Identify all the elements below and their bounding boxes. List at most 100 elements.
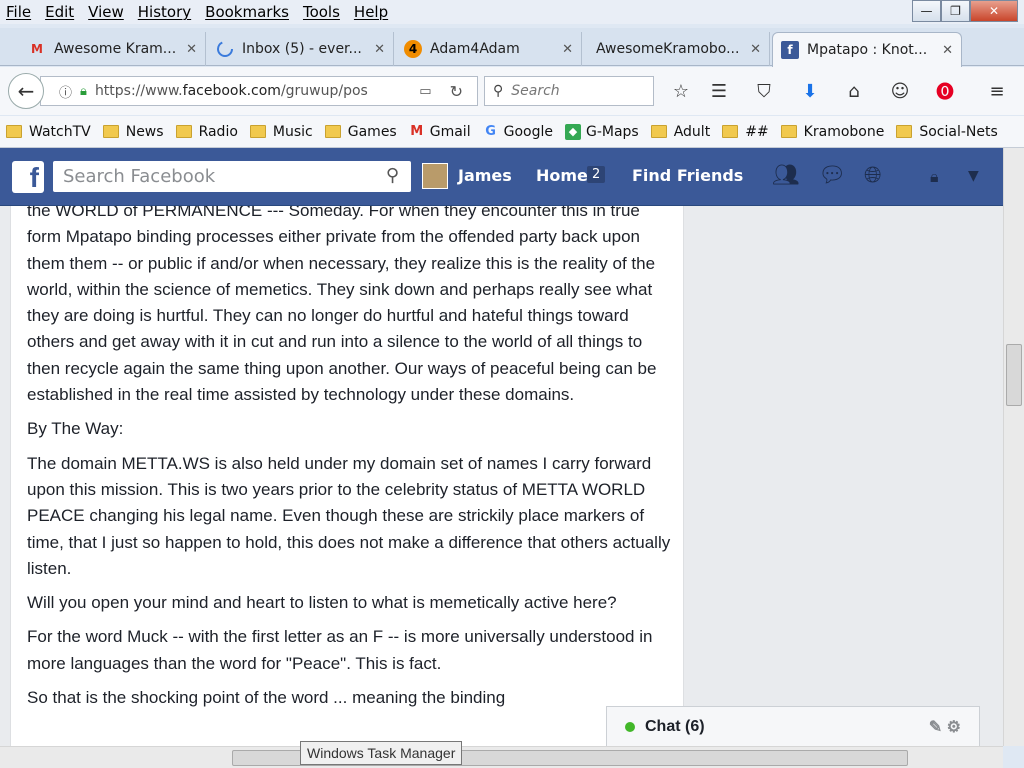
bookmark-label: Radio bbox=[198, 123, 238, 140]
adam4adam-icon: 4 bbox=[404, 40, 422, 58]
post-paragraph: The domain METTA.WS is also held under m… bbox=[27, 453, 671, 578]
bookmark-label: WatchTV bbox=[29, 123, 91, 140]
close-tab-icon[interactable]: ✕ bbox=[750, 42, 761, 57]
post-paragraph: For the word Muck -- with the first lett… bbox=[27, 627, 653, 673]
tab-inbox[interactable]: Inbox (5) - ever... ✕ bbox=[208, 32, 394, 66]
menu-view[interactable]: View bbox=[88, 3, 124, 21]
back-button[interactable]: ← bbox=[8, 73, 44, 109]
bookmark-label: Google bbox=[503, 123, 553, 140]
gmail-icon: M bbox=[410, 124, 424, 139]
bookmark-music[interactable]: Music bbox=[249, 123, 313, 140]
facebook-logo-icon[interactable]: f bbox=[12, 161, 44, 193]
page-content: the WORLD of PERMANENCE --- Someday. For… bbox=[0, 206, 1003, 746]
post-paragraph: Will you open your mind and heart to lis… bbox=[27, 593, 617, 613]
bookmark-adult[interactable]: Adult bbox=[650, 123, 711, 140]
messages-icon[interactable]: 💬︎ bbox=[818, 163, 846, 188]
folder-icon bbox=[6, 125, 22, 138]
back-arrow-icon: ← bbox=[17, 79, 35, 103]
menu-hamburger-icon[interactable]: ≡ bbox=[985, 80, 1009, 102]
bookmark-label: ## bbox=[745, 123, 769, 140]
post-paragraph: So that is the shocking point of the wor… bbox=[27, 688, 506, 708]
bookmark-google[interactable]: G Google bbox=[483, 124, 553, 140]
bookmark-social-nets[interactable]: Social-Nets bbox=[896, 124, 998, 140]
bookmark-label: Gmail bbox=[429, 123, 471, 140]
bookmark-label: Games bbox=[347, 123, 397, 140]
post-paragraph: the WORLD of PERMANENCE --- Someday. For… bbox=[27, 206, 657, 405]
bookmark-hash[interactable]: ## bbox=[722, 123, 769, 140]
close-window-button[interactable]: ✕ bbox=[970, 0, 1018, 22]
home-link[interactable]: Home bbox=[536, 166, 588, 185]
account-menu-caret-icon[interactable]: ▼ bbox=[968, 168, 979, 184]
pocket-icon[interactable]: ⛉ bbox=[752, 80, 776, 102]
bookmark-watchtv[interactable]: WatchTV bbox=[6, 124, 91, 140]
chat-bar[interactable]: Chat (6) ✎ ⚙ bbox=[606, 706, 980, 746]
address-bar[interactable]: ⓘ 🔒︎ https://www.facebook.com/gruwup/pos… bbox=[40, 76, 478, 106]
google-icon: G bbox=[485, 124, 496, 139]
folder-icon bbox=[722, 125, 739, 138]
tooltip: Windows Task Manager bbox=[300, 741, 463, 765]
loading-icon bbox=[216, 40, 234, 58]
tab-label: Mpatapo : Knot... bbox=[807, 42, 928, 58]
menu-bookmarks[interactable]: Bookmarks bbox=[205, 3, 289, 21]
vertical-scrollbar[interactable] bbox=[1003, 148, 1024, 746]
menu-history[interactable]: History bbox=[138, 3, 191, 21]
bookmark-label: Adult bbox=[673, 123, 711, 140]
profile-link[interactable]: James bbox=[458, 166, 512, 185]
info-icon[interactable]: ⓘ bbox=[59, 82, 72, 101]
menu-tools[interactable]: Tools bbox=[303, 3, 340, 21]
emoji-icon[interactable]: ☺ bbox=[888, 80, 912, 102]
post-paragraph: By The Way: bbox=[27, 419, 124, 439]
horizontal-scrollbar[interactable] bbox=[0, 746, 1003, 768]
bookmark-gmail[interactable]: M Gmail bbox=[409, 123, 471, 140]
window-controls: — ❐ ✕ bbox=[912, 0, 1018, 22]
folder-icon bbox=[896, 125, 913, 138]
friend-requests-icon[interactable]: 👥︎ bbox=[772, 163, 800, 188]
bookmark-news[interactable]: News bbox=[102, 124, 164, 140]
tab-awesome-kram[interactable]: M Awesome Kram... ✕ bbox=[20, 32, 206, 66]
search-icon[interactable]: ⚲ bbox=[386, 165, 399, 186]
bookmark-gmaps[interactable]: ◆ G-Maps bbox=[564, 123, 639, 140]
menu-file[interactable]: File bbox=[6, 3, 31, 21]
tab-label: Inbox (5) - ever... bbox=[242, 41, 362, 57]
search-input[interactable]: ⚲ Search bbox=[484, 76, 654, 106]
reload-icon[interactable]: ↻ bbox=[450, 82, 463, 101]
library-icon[interactable]: ☰ bbox=[707, 80, 731, 102]
folder-icon bbox=[780, 125, 797, 138]
tab-adam4adam[interactable]: 4 Adam4Adam ✕ bbox=[396, 32, 582, 66]
vertical-scroll-thumb[interactable] bbox=[1006, 344, 1022, 406]
facebook-search-input[interactable]: Search Facebook ⚲ bbox=[53, 161, 411, 192]
home-count-badge: 2 bbox=[587, 166, 606, 183]
tab-mpatapo[interactable]: f Mpatapo : Knot... ✕ bbox=[772, 32, 962, 67]
reader-view-icon[interactable]: ▭ bbox=[419, 84, 431, 99]
chat-options-icon[interactable]: ✎ ⚙ bbox=[929, 717, 961, 737]
bookmark-radio[interactable]: Radio bbox=[175, 123, 238, 140]
tab-label: Awesome Kram... bbox=[54, 41, 177, 57]
maps-icon: ◆ bbox=[564, 123, 581, 140]
chat-label: Chat (6) bbox=[645, 717, 705, 735]
close-tab-icon[interactable]: ✕ bbox=[374, 42, 385, 57]
minimize-button[interactable]: — bbox=[912, 0, 941, 22]
close-tab-icon[interactable]: ✕ bbox=[562, 42, 573, 57]
find-friends-link[interactable]: Find Friends bbox=[632, 166, 743, 185]
bookmark-label: Music bbox=[272, 123, 313, 140]
bookmark-games[interactable]: Games bbox=[324, 123, 397, 140]
maximize-button[interactable]: ❐ bbox=[941, 0, 970, 22]
post-card: the WORLD of PERMANENCE --- Someday. For… bbox=[10, 206, 684, 746]
avatar[interactable] bbox=[422, 163, 448, 189]
folder-icon bbox=[102, 125, 119, 138]
download-icon[interactable]: ⬇ bbox=[798, 80, 822, 102]
tab-awesomekramobo[interactable]: AwesomeKramobo... ✕ bbox=[584, 32, 770, 66]
notifications-globe-icon[interactable]: 🌐︎ bbox=[864, 163, 882, 188]
tab-label: AwesomeKramobo... bbox=[596, 41, 740, 57]
bookmark-star-icon[interactable]: ☆ bbox=[669, 80, 693, 102]
pinterest-icon[interactable]: ⓿ bbox=[933, 80, 957, 103]
home-icon[interactable]: ⌂ bbox=[842, 80, 866, 102]
menu-help[interactable]: Help bbox=[354, 3, 388, 21]
privacy-shortcuts-icon[interactable]: 🔒︎ bbox=[930, 167, 939, 187]
close-tab-icon[interactable]: ✕ bbox=[186, 42, 197, 57]
lock-icon: 🔒︎ bbox=[80, 83, 87, 99]
menu-edit[interactable]: Edit bbox=[45, 3, 74, 21]
close-tab-icon[interactable]: ✕ bbox=[942, 43, 953, 58]
browser-window: File Edit View History Bookmarks Tools H… bbox=[0, 0, 1024, 768]
bookmark-kramobone[interactable]: Kramobone bbox=[780, 124, 884, 140]
